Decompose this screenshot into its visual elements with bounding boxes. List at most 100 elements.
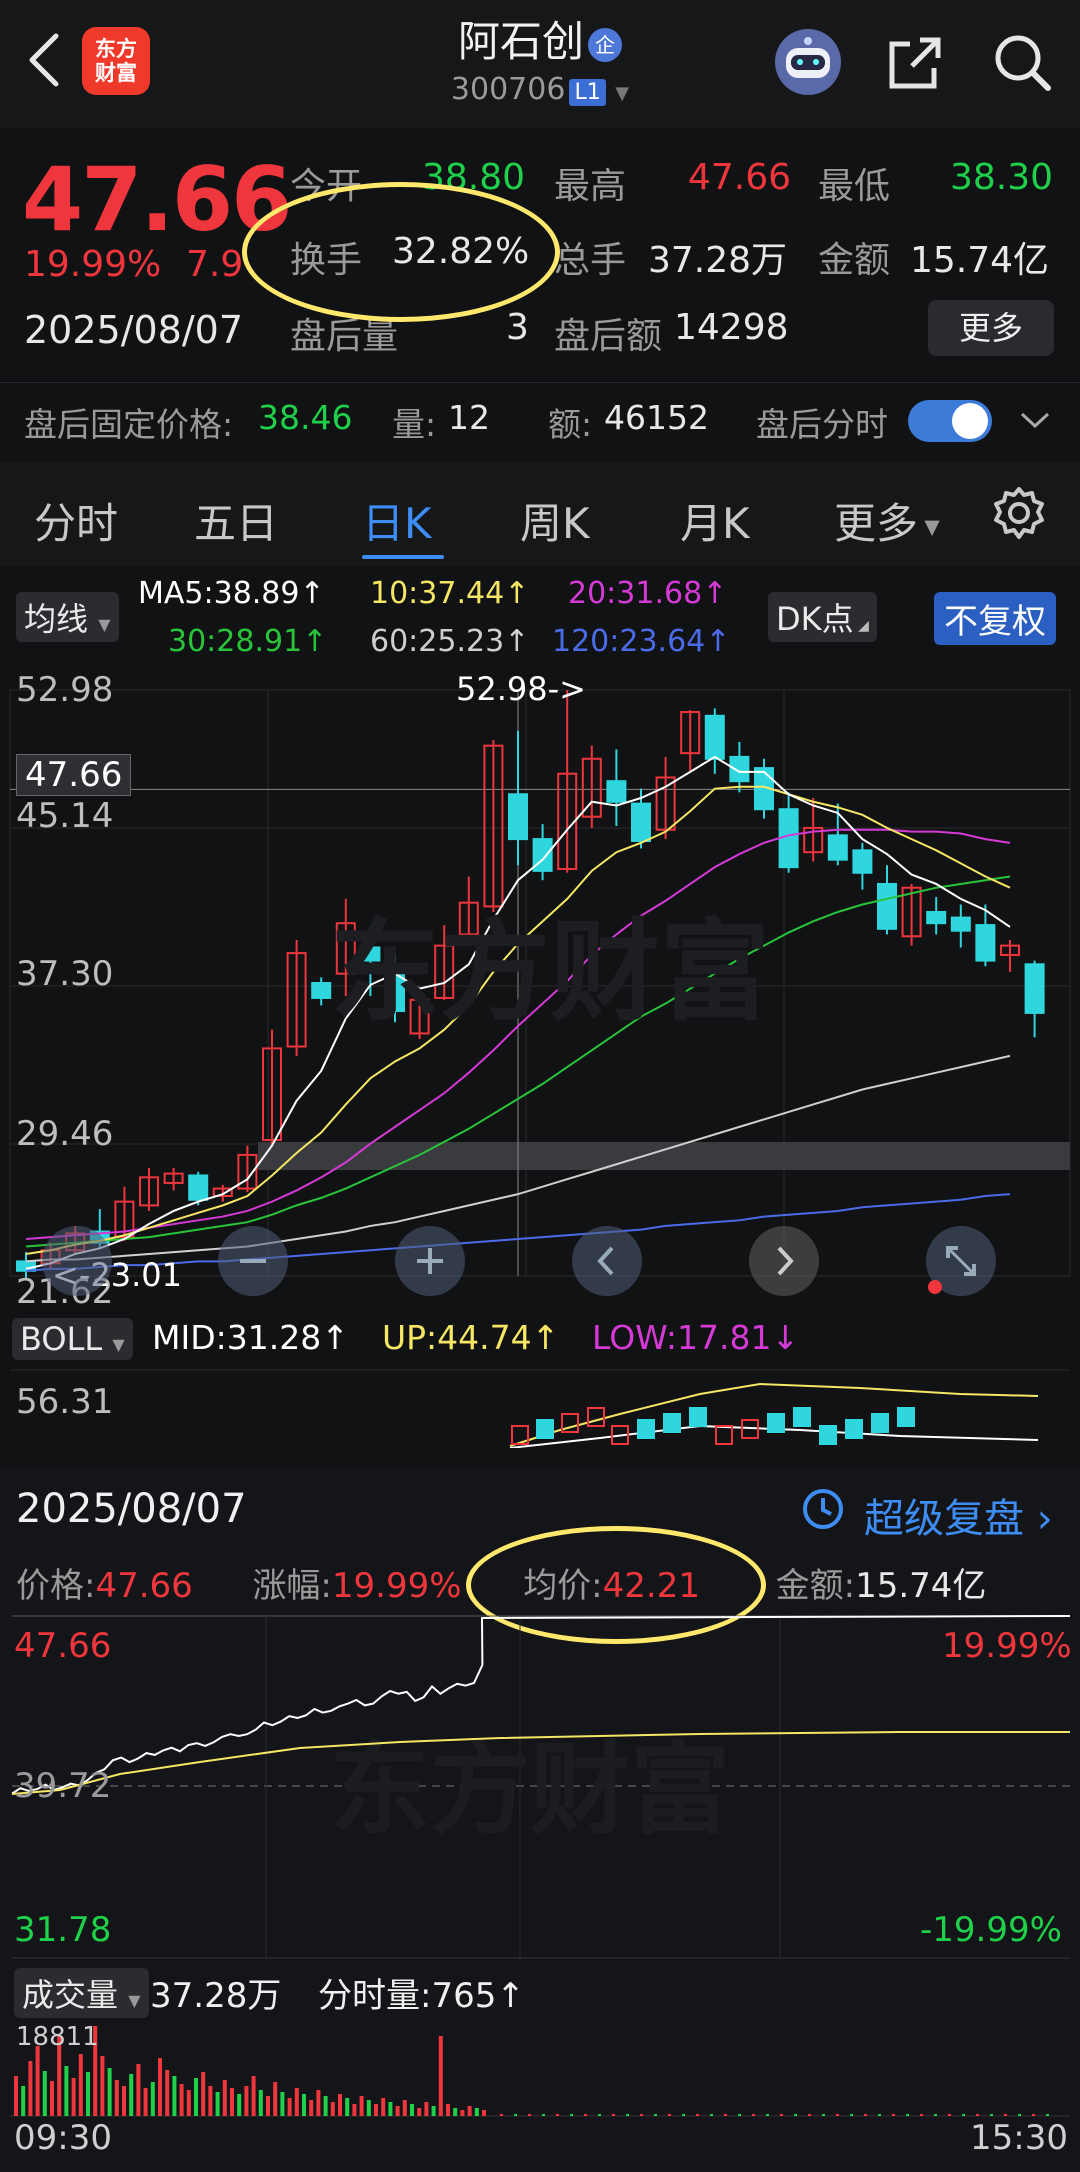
- volume-bar: [598, 2114, 601, 2116]
- low-label: 最低: [818, 166, 891, 207]
- zoom-in-button[interactable]: [395, 1226, 465, 1296]
- after-volume-value: 3: [506, 307, 529, 348]
- candle-body: [311, 982, 332, 999]
- after-hours-chart-label: 盘后分时: [756, 405, 888, 444]
- super-replay-link[interactable]: 超级复盘 ›: [864, 1486, 1053, 1544]
- volume-bar: [654, 2114, 657, 2116]
- robot-avatar-icon[interactable]: [772, 26, 844, 98]
- candle-body: [1024, 963, 1045, 1014]
- volume-bar: [222, 2080, 227, 2116]
- y-tick-label: 45.14: [16, 796, 114, 836]
- settings-gear-icon[interactable]: [990, 484, 1048, 542]
- candle-body: [606, 780, 627, 803]
- volume-bar: [766, 2114, 769, 2116]
- volume-bar: [352, 2104, 357, 2116]
- candle-body: [188, 1174, 209, 1201]
- ma60-value: 60:25.23↑: [370, 624, 530, 659]
- after-hours-toggle[interactable]: [908, 400, 992, 442]
- more-button[interactable]: 更多: [928, 300, 1054, 356]
- move-left-button[interactable]: [572, 1226, 642, 1296]
- volume-bar: [150, 2082, 155, 2116]
- boll-chart: [10, 1369, 1070, 1448]
- after-qty-label: 量:: [392, 405, 437, 444]
- chevron-right-icon: ›: [1024, 1496, 1053, 1542]
- ma30-value: 30:28.91↑: [168, 624, 328, 659]
- candle-body: [926, 910, 947, 925]
- boll-candle: [663, 1413, 681, 1433]
- volume-bar: [345, 2098, 350, 2116]
- tab-intraday[interactable]: 分时: [34, 490, 118, 551]
- tab-monthly-k[interactable]: 月K: [680, 490, 750, 551]
- volume-bar: [165, 2070, 170, 2116]
- notification-dot: [928, 1280, 942, 1294]
- boll-selector-label: BOLL: [20, 1320, 103, 1358]
- volume-bar: [136, 2064, 141, 2116]
- volume-bar: [640, 2114, 643, 2116]
- volume-value: 37.28万: [648, 240, 788, 281]
- current-price-tag: 47.66: [16, 754, 132, 796]
- boll-candle: [715, 1425, 733, 1445]
- boll-candle: [587, 1407, 605, 1427]
- volume-bar: [482, 2110, 486, 2116]
- volume-selector[interactable]: 成交量 ▼: [14, 1968, 149, 2018]
- volume-bar: [1032, 2114, 1035, 2116]
- volume-bar: [1004, 2114, 1007, 2116]
- high-marker: 52.98->: [456, 670, 586, 708]
- caret-down-icon: ▼: [112, 1335, 125, 1354]
- volume-bar: [294, 2088, 299, 2116]
- volume-bar: [1046, 2114, 1049, 2116]
- history-replay-icon[interactable]: [798, 1484, 848, 1534]
- volume-bar: [780, 2114, 783, 2116]
- intraday-chart[interactable]: 东方财富: [0, 1614, 1080, 1960]
- volume-bar: [28, 2061, 33, 2116]
- zoom-out-button[interactable]: [218, 1226, 288, 1296]
- volume-bar: [107, 2068, 112, 2116]
- volume-bar: [374, 2104, 378, 2116]
- boll-candle: [637, 1419, 655, 1439]
- ma-selector[interactable]: 均线 ▼: [16, 592, 119, 642]
- volume-bar: [417, 2108, 422, 2116]
- chevron-down-icon[interactable]: [1018, 408, 1052, 432]
- volume-bar: [129, 2074, 134, 2116]
- price-adjust-button[interactable]: 不复权: [934, 592, 1056, 645]
- kline-chart[interactable]: 东方财富: [0, 660, 1080, 1310]
- enterprise-badge: 企: [588, 27, 622, 62]
- high-label: 最高: [554, 166, 627, 207]
- ma10-value: 10:37.44↑: [370, 576, 530, 611]
- volume-max-label: 18811: [16, 2022, 99, 2052]
- volume-bar: [948, 2114, 951, 2116]
- amount-label: 金额:: [775, 1566, 856, 1606]
- volume-bar: [724, 2114, 727, 2116]
- volume-bar: [381, 2098, 386, 2116]
- share-icon[interactable]: [880, 26, 952, 98]
- candle-body: [827, 834, 848, 861]
- intraday-y-mid: 39.72: [14, 1766, 112, 1806]
- volume-bar: [934, 2114, 937, 2116]
- after-amt-label: 额:: [548, 405, 593, 444]
- boll-candle: [819, 1425, 837, 1445]
- boll-candle: [689, 1407, 707, 1427]
- volume-bar: [266, 2096, 270, 2116]
- chevron-down-icon: ▼: [615, 83, 630, 104]
- scroll-left-button[interactable]: [42, 1226, 112, 1296]
- volume-bar: [864, 2114, 867, 2116]
- volume-bar: [402, 2100, 407, 2116]
- volume-label: 总手: [554, 240, 627, 281]
- after-qty: 12: [448, 398, 490, 437]
- tab-weekly-k[interactable]: 周K: [520, 490, 590, 551]
- tab-five-day[interactable]: 五日: [194, 490, 278, 551]
- amount-value: 15.74亿: [910, 240, 1050, 281]
- volume-bar: [682, 2114, 685, 2116]
- boll-selector[interactable]: BOLL ▼: [12, 1318, 133, 1360]
- candle-body: [704, 714, 725, 760]
- tab-more[interactable]: 更多 ▼: [834, 490, 940, 551]
- volume-bar: [179, 2084, 184, 2116]
- search-icon[interactable]: [986, 26, 1058, 98]
- chevron-right-icon: [777, 1246, 794, 1276]
- dk-point-label: DK点: [776, 600, 854, 638]
- tab-daily-k[interactable]: 日K: [362, 490, 432, 551]
- move-right-button[interactable]: [749, 1226, 819, 1296]
- change-percent: 19.99%: [24, 244, 162, 285]
- volume-total: 37.28万: [150, 1976, 282, 2016]
- dk-point-button[interactable]: DK点 ◢: [768, 592, 877, 642]
